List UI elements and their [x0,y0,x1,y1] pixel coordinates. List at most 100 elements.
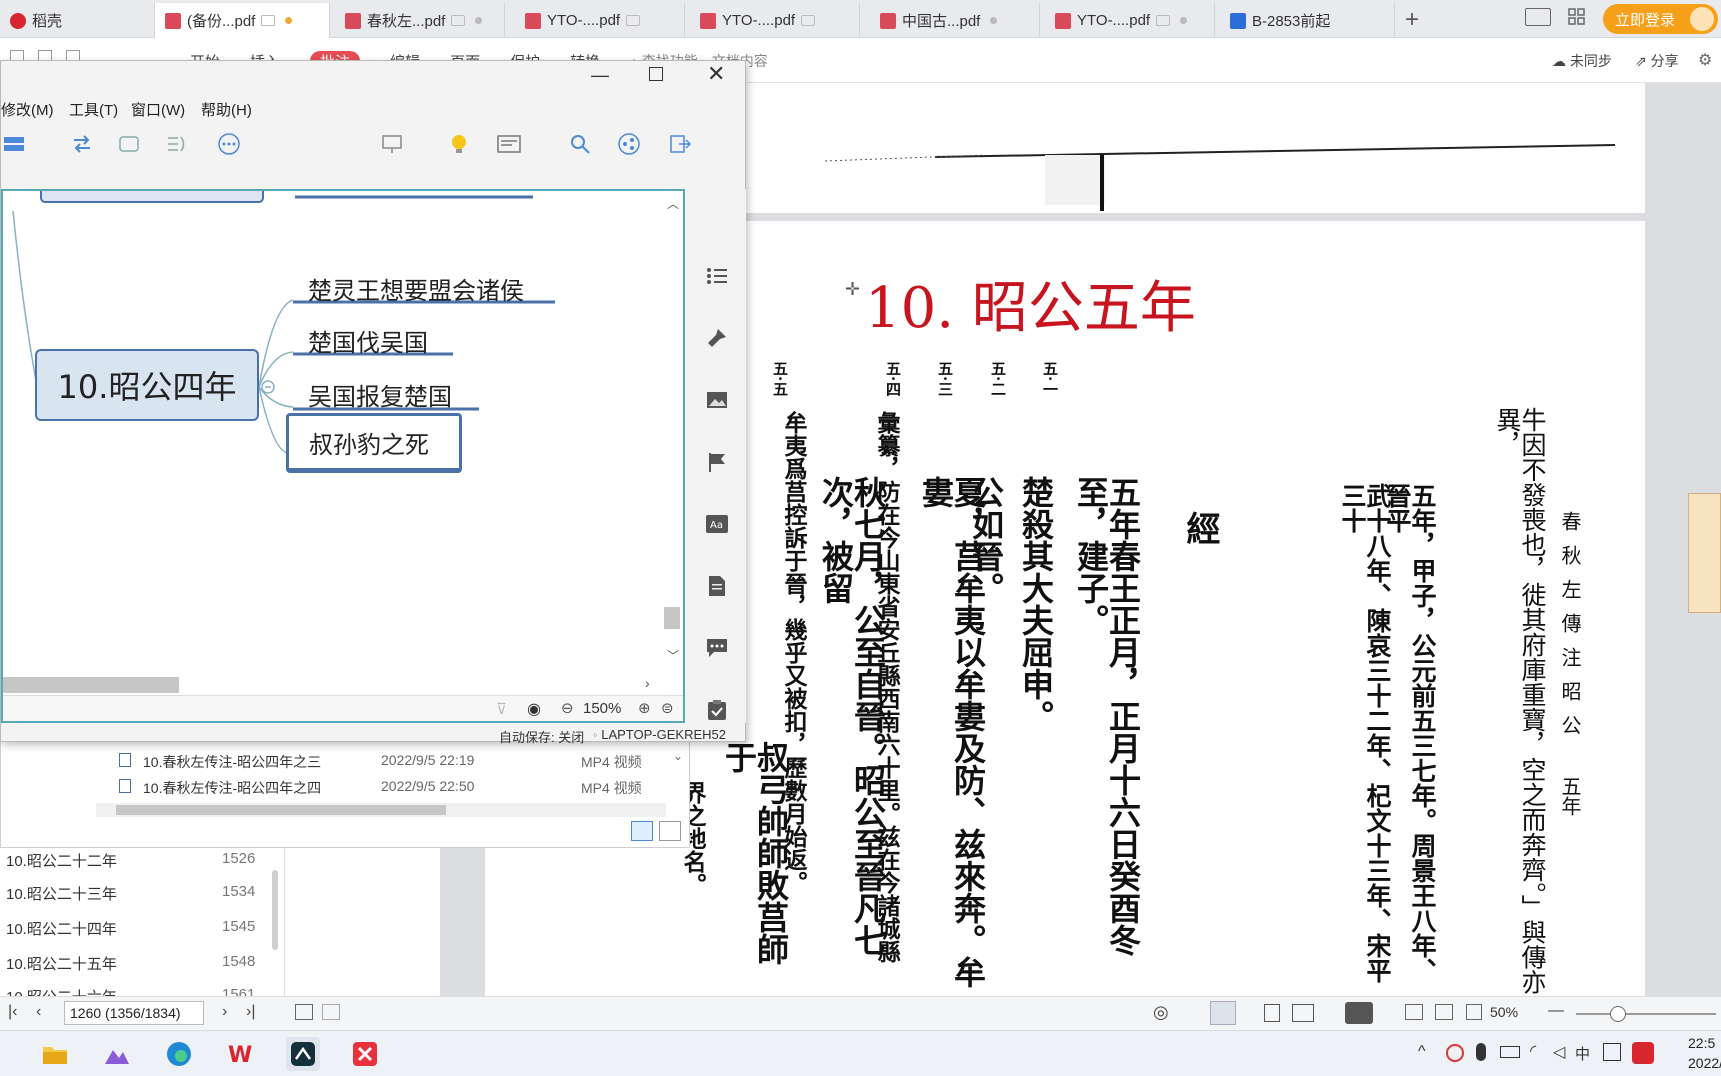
tab-document[interactable]: YTO-....pdf [515,3,685,38]
scroll-right-icon[interactable]: › [645,675,650,691]
layout-icon[interactable] [1,131,27,157]
record-icon[interactable] [1446,1044,1464,1062]
settings-gear-icon[interactable]: ⚙ [1698,50,1712,70]
outline-item[interactable]: 10.昭公二十六年 1561 [0,978,275,996]
share-button[interactable]: ⇗ 分享 [1635,51,1679,71]
central-topic[interactable]: 10.昭公四年 [35,349,259,421]
subtopic[interactable]: 楚灵王想要盟会诸侯 [308,271,524,306]
mindmap-app-icon[interactable] [286,1037,320,1071]
tab-document-active[interactable]: (备份...pdf [155,3,330,38]
outline-item[interactable]: 10.昭公二十四年 1545 [0,910,275,944]
subtopic-selected[interactable]: 叔孙豹之死 [286,413,462,473]
login-button[interactable]: 立即登录 [1603,4,1718,34]
image-icon[interactable] [704,387,730,413]
comment-icon[interactable] [704,635,730,661]
maximize-icon[interactable] [649,67,663,81]
relationship-icon[interactable] [69,131,95,157]
text-style-icon[interactable]: Aa [704,511,730,537]
actual-size-icon[interactable] [1405,1004,1423,1020]
share-icon[interactable] [616,131,642,157]
prev-page-icon[interactable]: ‹ [36,1003,41,1021]
eye-protection-icon[interactable]: ◎ [1153,1002,1169,1023]
outline-item[interactable]: 10.昭公二十五年 1548 [0,945,275,979]
eye-icon[interactable]: ◉ [527,699,541,719]
ime-mode-icon[interactable] [1603,1043,1621,1061]
outline-view-icon[interactable] [496,131,522,157]
details-view-icon[interactable] [631,821,653,841]
floating-bookmark-widget[interactable] [1688,493,1721,613]
last-page-icon[interactable]: ›| [246,1003,255,1021]
more-options-icon[interactable] [216,131,242,157]
scrollbar-thumb[interactable] [664,607,680,629]
menu-window[interactable]: 窗口(W) [131,99,185,120]
play-slideshow-icon[interactable] [1345,1002,1373,1024]
close-dot-icon[interactable] [990,17,998,24]
task-clipboard-icon[interactable] [704,697,730,723]
forward-icon[interactable] [322,1004,340,1020]
tab-document[interactable]: 中国古...pdf [870,3,1040,38]
edge-browser-icon[interactable] [162,1037,196,1071]
photos-app-icon[interactable] [100,1037,134,1071]
export-icon[interactable] [667,131,693,157]
tab-document[interactable]: YTO-....pdf [1045,3,1215,38]
minimize-icon[interactable]: — [591,65,609,86]
wps-office-icon[interactable]: W [224,1037,258,1071]
subtopic[interactable]: 楚国伐吴国 [308,323,428,358]
ime-chinese-icon[interactable]: 中 [1575,1043,1590,1064]
thumbnail-view-icon[interactable] [659,821,681,841]
summary-icon[interactable] [164,131,190,157]
zoom-in-icon[interactable]: ⊕ [638,699,651,717]
zoom-slider-handle[interactable] [1610,1006,1626,1022]
notes-icon[interactable] [704,573,730,599]
presentation-icon[interactable] [379,131,405,157]
back-icon[interactable] [295,1004,313,1020]
microphone-icon[interactable] [1476,1043,1486,1061]
app-grid-icon[interactable] [1568,8,1586,26]
sync-status[interactable]: ☁ 未同步 [1552,51,1612,71]
scrollbar-thumb[interactable] [3,677,179,693]
tray-expand-icon[interactable]: ^ [1418,1043,1426,1061]
filter-icon[interactable]: ⊽ [496,700,507,718]
close-icon[interactable]: ✕ [707,61,725,87]
xmind-icon[interactable] [348,1037,382,1071]
mindmap-canvas[interactable]: 10.昭公四年 楚灵王想要盟会诸侯 楚国伐吴国 吴国报复楚国 叔孙豹之死 ︿ ﹀… [1,189,685,723]
page-number-field[interactable]: 1260 (1356/1834) [64,1001,204,1025]
scrollbar-thumb[interactable] [116,805,446,815]
zoom-out-icon[interactable]: ⊖ [561,699,574,717]
vertical-scrollbar[interactable]: ︿ ﹀ [663,195,681,675]
fit-width-icon[interactable] [1466,1004,1482,1020]
fit-view-icon[interactable]: ⊜ [661,699,674,717]
new-tab-plus-icon[interactable]: + [1405,6,1419,34]
scroll-down-icon[interactable]: ﹀ [667,647,679,664]
zoom-percent[interactable]: 50% [1490,1004,1518,1020]
clock[interactable]: 22:5 2022/ [1688,1033,1721,1073]
idea-bulb-icon[interactable] [446,131,472,157]
subtopic[interactable]: 吴国报复楚国 [308,377,452,412]
zoom-search-icon[interactable] [567,131,593,157]
scroll-down-icon[interactable]: ⌄ [673,749,683,763]
format-painter-icon[interactable] [704,325,730,351]
marker-flag-icon[interactable] [704,449,730,475]
horizontal-scrollbar[interactable] [96,803,666,817]
window-mode-icon[interactable] [1525,8,1551,26]
first-page-icon[interactable]: |‹ [8,1003,17,1021]
tab-home[interactable]: 稻壳 [0,3,155,38]
fit-page-icon[interactable] [1435,1004,1453,1020]
sogou-icon[interactable] [1632,1042,1654,1064]
next-page-icon[interactable]: › [222,1003,227,1021]
single-page-icon[interactable] [1210,1001,1236,1025]
file-row[interactable]: 10.春秋左传注-昭公四年之四 2022/9/5 22:50 MP4 视频 [111,775,681,801]
boundary-icon[interactable] [116,131,142,157]
zoom-slider[interactable] [1576,1006,1716,1022]
menu-tools[interactable]: 工具(T) [69,99,118,120]
wifi-icon[interactable]: ◜ [1530,1041,1536,1061]
close-dot-icon[interactable] [1180,17,1188,24]
continuous-page-icon[interactable] [1264,1004,1280,1022]
scroll-up-icon[interactable]: ︿ [667,195,679,212]
zoom-out-icon[interactable]: — [1548,1002,1564,1020]
menu-modify[interactable]: 修改(M) [1,99,54,120]
tab-document[interactable]: 春秋左...pdf [335,3,505,38]
tab-document[interactable]: YTO-....pdf [690,3,860,38]
tab-document[interactable]: B-2853前起 [1220,3,1395,38]
volume-icon[interactable]: ◁ [1553,1042,1565,1062]
